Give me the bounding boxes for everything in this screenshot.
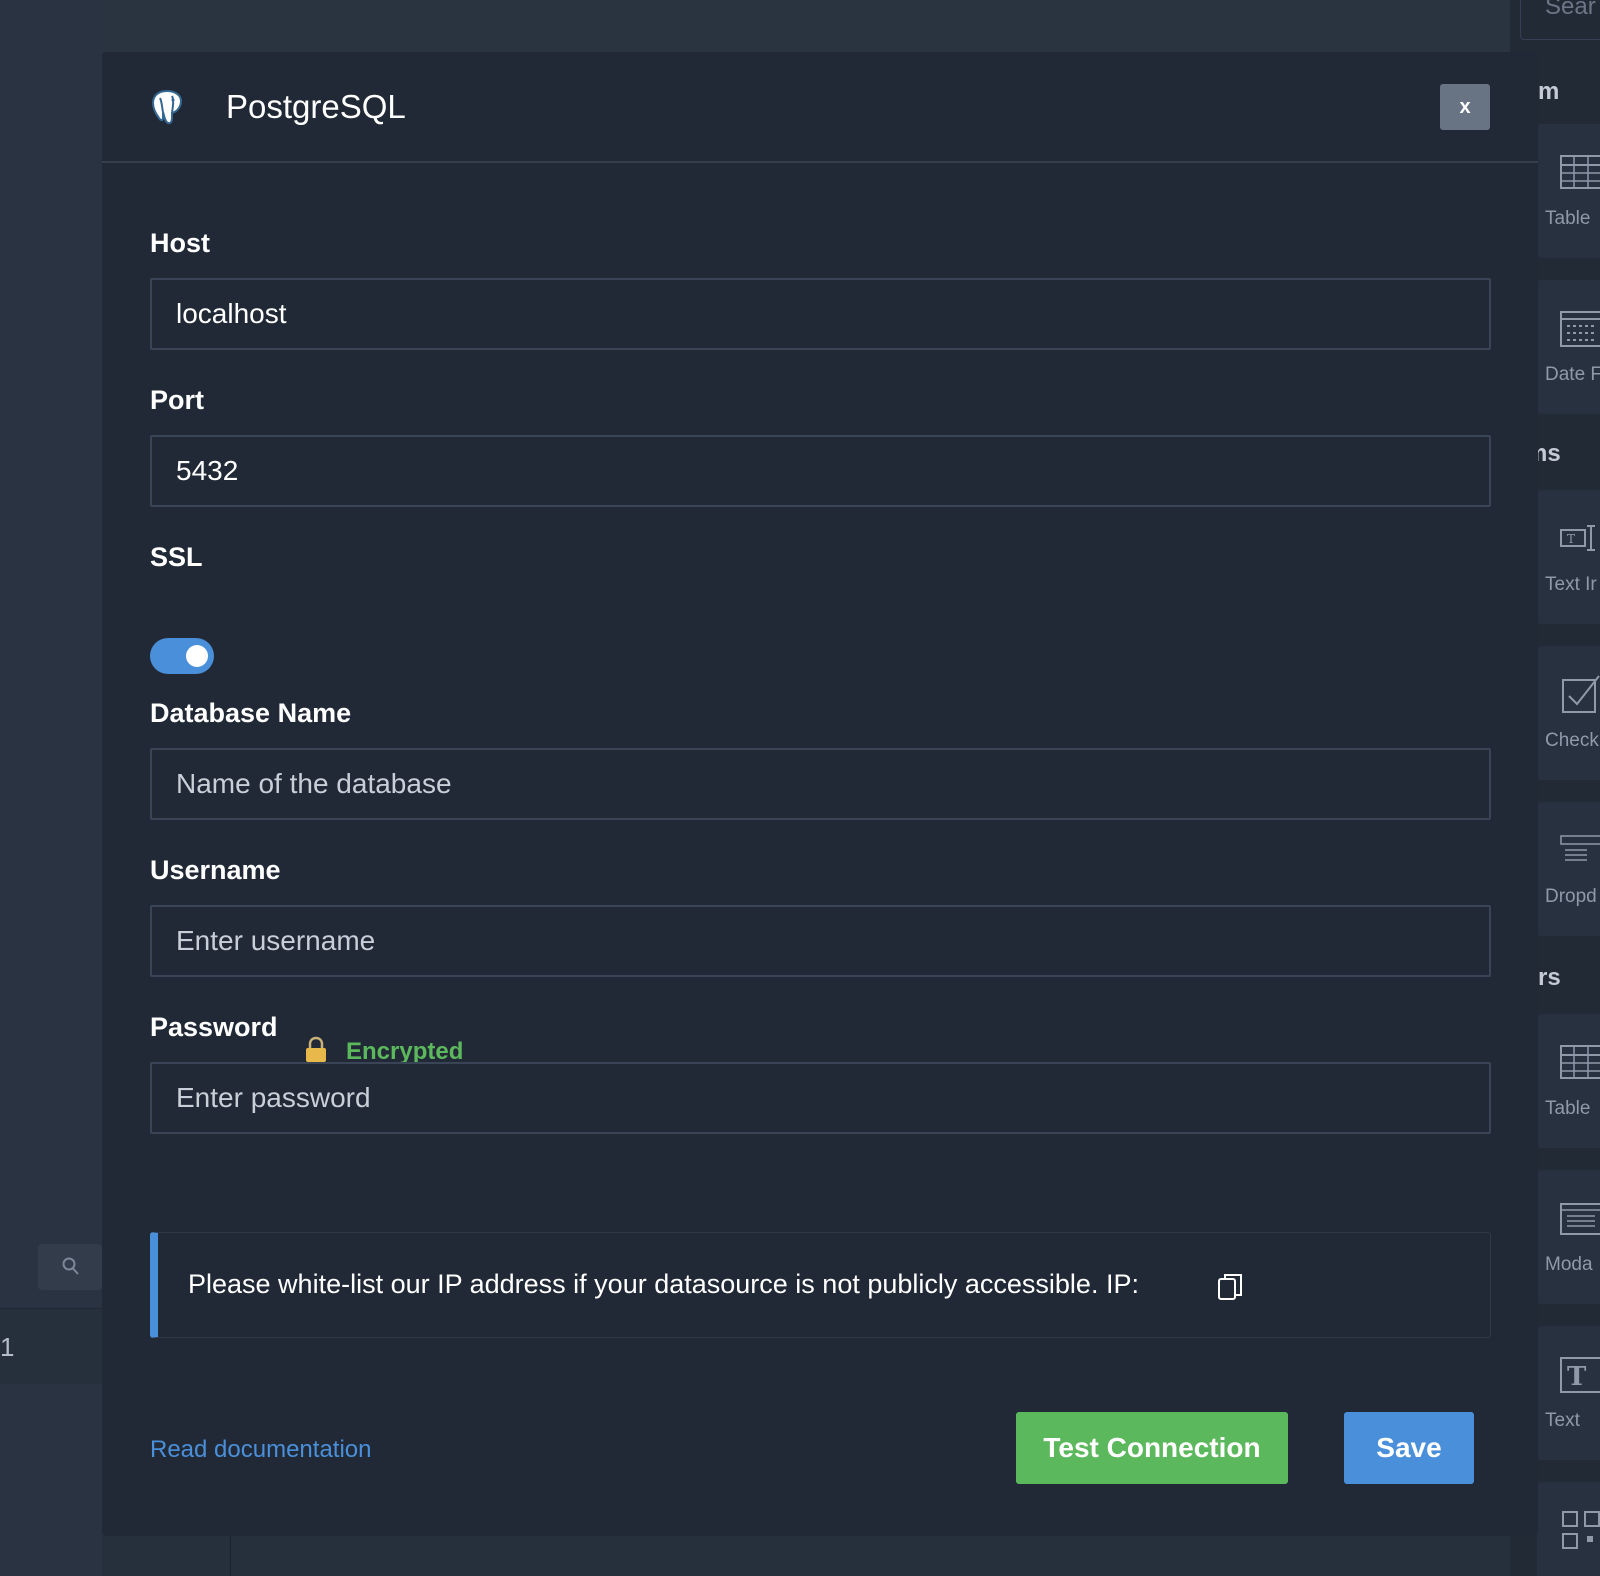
- svg-text:T: T: [1567, 532, 1575, 546]
- widget-label: Check: [1545, 730, 1599, 751]
- test-connection-button[interactable]: Test Connection: [1016, 1412, 1288, 1484]
- lock-icon: [306, 1036, 326, 1062]
- widget-search-input[interactable]: Sear: [1520, 0, 1600, 40]
- widget-card-modal[interactable]: Moda: [1537, 1170, 1600, 1304]
- toggle-knob: [186, 645, 208, 667]
- password-input[interactable]: [150, 1062, 1491, 1134]
- text-input-icon: T: [1560, 525, 1595, 551]
- modal-title: PostgreSQL: [226, 88, 406, 125]
- widget-card-checkbox[interactable]: Check: [1537, 646, 1600, 780]
- left-list-row: [0, 1308, 102, 1384]
- widget-card-date-range[interactable]: Date F: [1537, 280, 1600, 414]
- ssl-label: SSL: [150, 542, 203, 572]
- app-bottom-area: [102, 1536, 1522, 1576]
- widget-card-table-2[interactable]: Table: [1537, 1014, 1600, 1148]
- widget-card-dropdown[interactable]: Dropd: [1537, 802, 1600, 936]
- widget-card-text-input[interactable]: T Text Ir: [1537, 490, 1600, 624]
- database-name-input[interactable]: [150, 748, 1491, 820]
- widget-label: Text Ir: [1545, 574, 1597, 595]
- table-icon: [1560, 155, 1600, 189]
- password-label: Password: [150, 1012, 278, 1042]
- save-button[interactable]: Save: [1344, 1412, 1474, 1484]
- ip-whitelist-text: Please white-list our IP address if your…: [188, 1269, 1139, 1299]
- datasource-modal: PostgreSQL x Host Port SSL Database Name…: [102, 52, 1538, 1536]
- username-input[interactable]: [150, 905, 1491, 977]
- search-icon: [62, 1257, 79, 1275]
- widget-label: Dropd: [1545, 886, 1597, 907]
- close-button[interactable]: x: [1440, 84, 1490, 130]
- modal-icon: [1560, 1203, 1600, 1235]
- postgresql-logo-icon: [151, 89, 183, 125]
- widget-label: Moda: [1545, 1254, 1593, 1275]
- database-name-label: Database Name: [150, 698, 352, 728]
- host-input[interactable]: [150, 278, 1491, 350]
- dropdown-icon: [1560, 835, 1600, 861]
- modal-header: PostgreSQL x: [102, 52, 1538, 163]
- widget-label: Table: [1545, 208, 1591, 229]
- row-number: 1: [0, 1332, 15, 1362]
- calendar-icon: [1560, 311, 1600, 347]
- left-search-button[interactable]: [38, 1244, 102, 1290]
- username-label: Username: [150, 855, 281, 885]
- port-input[interactable]: [150, 435, 1491, 507]
- ssl-toggle[interactable]: [150, 638, 214, 674]
- host-label: Host: [150, 228, 210, 258]
- text-icon: T: [1560, 1357, 1600, 1393]
- widget-card-qr-code[interactable]: [1537, 1482, 1600, 1576]
- port-label: Port: [150, 385, 204, 415]
- copy-icon[interactable]: [1216, 1271, 1244, 1303]
- app-topbar: [0, 0, 1510, 52]
- svg-text:T: T: [1567, 1362, 1587, 1392]
- widget-card-text[interactable]: T Text: [1537, 1326, 1600, 1460]
- widget-card-table[interactable]: Table: [1537, 124, 1600, 258]
- checkbox-icon: [1562, 675, 1600, 713]
- widget-label: Table: [1545, 1098, 1591, 1119]
- qr-code-icon: [1562, 1511, 1600, 1549]
- ip-whitelist-alert: Please white-list our IP address if your…: [150, 1232, 1491, 1338]
- read-documentation-link[interactable]: Read documentation: [150, 1436, 371, 1464]
- table-icon: [1560, 1045, 1600, 1079]
- widget-label: Date F: [1545, 364, 1600, 385]
- widget-label: Text: [1545, 1410, 1580, 1431]
- divider: [230, 1536, 231, 1576]
